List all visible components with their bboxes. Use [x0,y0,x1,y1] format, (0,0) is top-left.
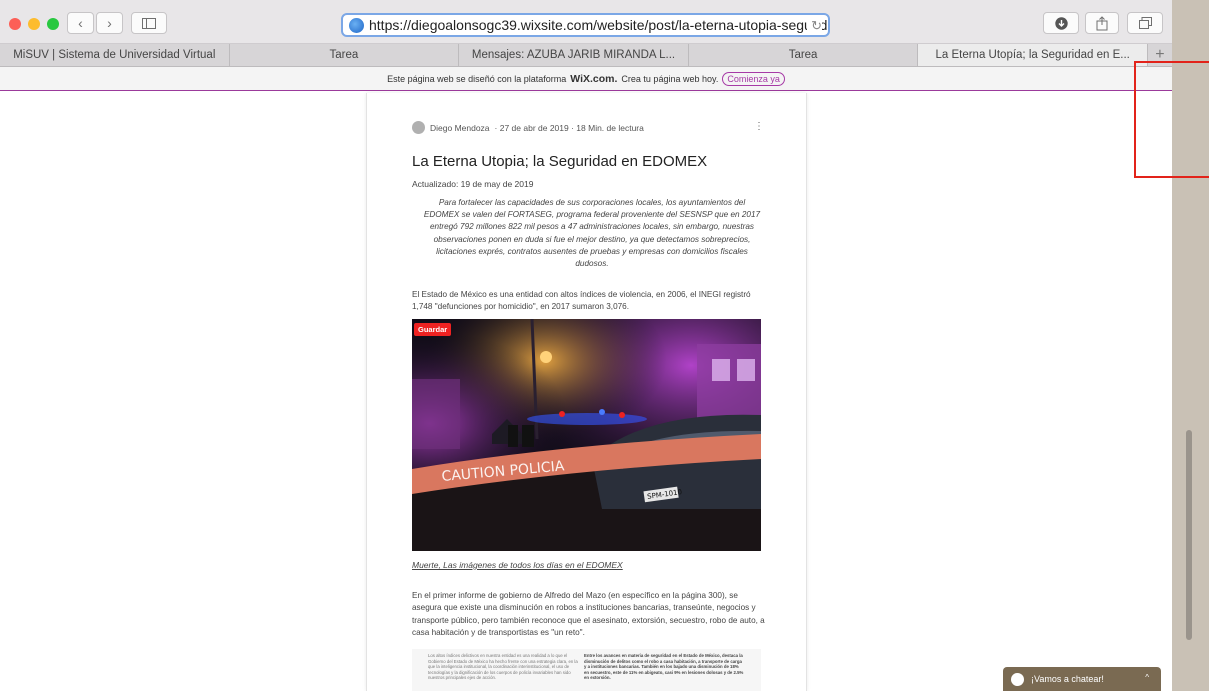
sidebar-button[interactable] [131,12,167,34]
download-icon [1054,16,1068,30]
highlight-rectangle [1134,61,1209,178]
chevron-up-icon[interactable]: ^ [1145,673,1149,682]
wix-banner: Este página web se diseñó con la platafo… [0,67,1172,91]
author-name[interactable]: Diego Mendoza [430,123,490,133]
sidebar-icon [142,17,156,29]
post-menu-icon[interactable]: ⋮ [754,121,764,132]
globe-icon [349,17,364,33]
tab-tarea-1[interactable]: Tarea [230,44,460,66]
scrollbar[interactable] [1186,430,1192,640]
post-title: La Eterna Utopia; la Seguridad en EDOMEX [412,153,708,170]
post-updated: Actualizado: 19 de may de 2019 [412,179,534,189]
download-button[interactable] [1043,12,1079,34]
chat-label: ¡Vamos a chatear! [1031,674,1104,684]
tabs-overview-icon [1138,17,1152,29]
url-text: https://diegoalonsogc39.wixsite.com/webs… [369,17,830,33]
back-arrow-icon: ‹ [78,15,83,31]
post-lead-quote: Para fortalecer las capacidades de sus c… [423,198,761,269]
share-icon [1096,15,1108,30]
author-row: Diego Mendoza · 27 de abr de 2019 · 18 M… [412,121,644,134]
wix-start-button[interactable]: Comienza ya [722,71,785,86]
forward-button[interactable]: › [96,12,123,34]
tabs-overview-button[interactable] [1127,12,1163,34]
pinterest-save-button[interactable]: Guardar [414,323,452,336]
wix-brand: WiX.com. [570,72,618,85]
url-bar[interactable]: https://diegoalonsogc39.wixsite.com/webs… [341,13,830,37]
forward-arrow-icon: › [107,15,112,31]
post-image[interactable]: CAUTION POLICIA SPM-1010 Guardar [412,319,761,551]
infographic-left-text: Los altos índices delictivos en nuestra … [428,653,578,680]
wix-banner-text2: Crea tu página web hoy. [621,73,719,84]
image-caption[interactable]: Muerte, Las imágenes de todos los días e… [412,560,623,570]
reload-icon[interactable]: ↻ [807,18,822,34]
tab-mensajes[interactable]: Mensajes: AZUBA JARIB MIRANDA L... [459,44,689,66]
zoom-window-button[interactable] [47,18,59,30]
minimize-window-button[interactable] [28,18,40,30]
chat-widget[interactable]: ¡Vamos a chatear! ^ [1003,667,1161,691]
browser-toolbar: ‹ › https://diegoalonsogc39.wixsite.com/… [0,0,1172,44]
tab-tarea-2[interactable]: Tarea [689,44,919,66]
share-button[interactable] [1085,12,1119,34]
back-button[interactable]: ‹ [67,12,94,34]
tab-bar: MiSUV | Sistema de Universidad Virtual T… [0,44,1172,67]
avatar[interactable] [412,121,425,134]
post-paragraph-1: El Estado de México es una entidad con a… [412,290,751,312]
window-controls [9,18,59,30]
wix-banner-text: Este página web se diseñó con la platafo… [387,73,567,84]
tab-la-eterna-utopia[interactable]: La Eterna Utopía; la Seguridad en E... [918,44,1148,66]
tab-misuv[interactable]: MiSUV | Sistema de Universidad Virtual [0,44,230,66]
post-meta: · 27 de abr de 2019 · 18 Min. de lectura [494,122,644,133]
crime-scene-photo: CAUTION POLICIA SPM-1010 [412,319,761,551]
browser-window: ‹ › https://diegoalonsogc39.wixsite.com/… [0,0,1172,691]
post-paragraph-2: En el primer informe de gobierno de Alfr… [412,591,765,638]
infographic-right-text: Entre los avances en materia de segurida… [584,653,744,680]
blog-post: Diego Mendoza · 27 de abr de 2019 · 18 M… [366,93,807,691]
chat-bubble-icon [1011,672,1024,686]
close-window-button[interactable] [9,18,21,30]
infographic-image: Los altos índices delictivos en nuestra … [412,649,761,691]
